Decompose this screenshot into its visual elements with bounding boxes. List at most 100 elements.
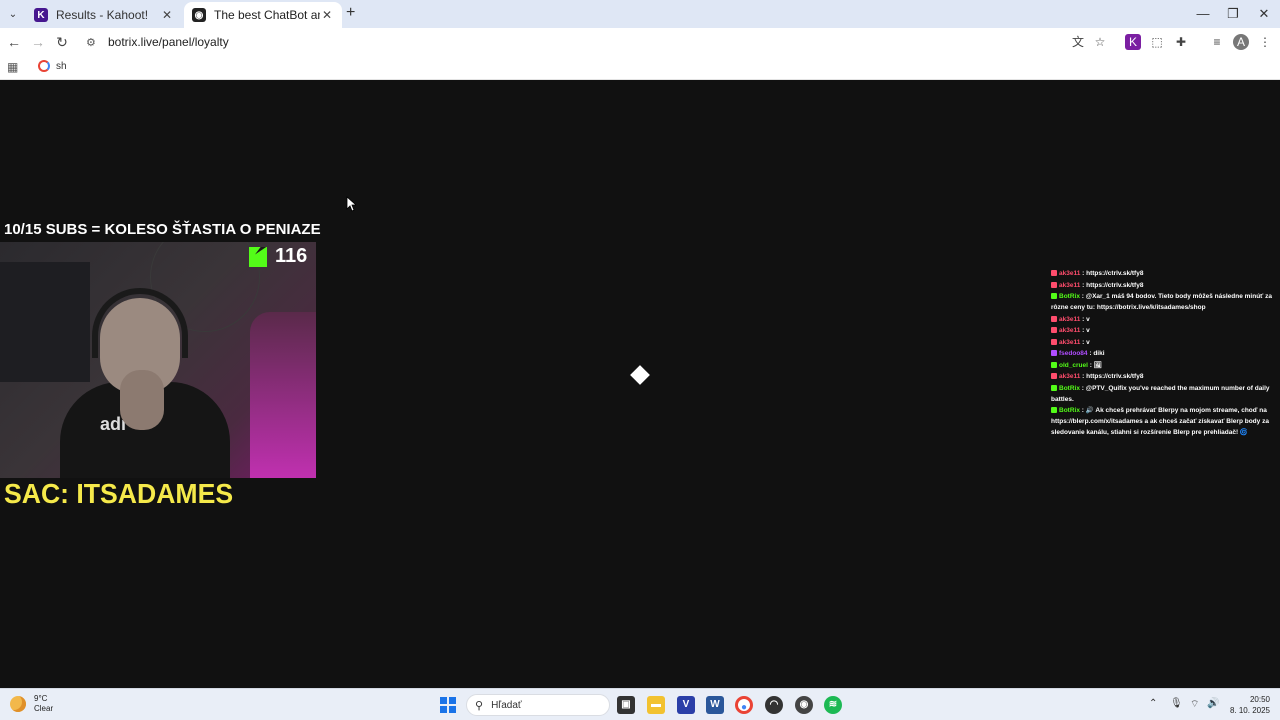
steam-icon[interactable]: ◉ (795, 696, 813, 714)
mouse-cursor-icon (346, 196, 356, 212)
extension-1-icon[interactable]: K (1125, 34, 1141, 50)
address-bar[interactable]: ⚙ botrix.live/panel/loyalty (80, 30, 1120, 54)
system-clock[interactable]: 20:50 8. 10. 2025 (1226, 694, 1270, 716)
clock-date: 8. 10. 2025 (1229, 706, 1270, 715)
chat-message: ak3e11 : v (1051, 337, 1273, 348)
task-view-icon[interactable]: ▣ (617, 696, 635, 714)
chat-message: BotRix : @Xar_1 máš 94 bodov. Tieto body… (1051, 291, 1273, 313)
translate-icon[interactable]: 文 (1070, 34, 1086, 50)
clock-time: 20:50 (1249, 695, 1270, 704)
browser-toolbar: ← → ↻ ⚙ botrix.live/panel/loyalty 文 ☆ K … (0, 28, 1280, 56)
google-icon (38, 60, 50, 72)
bookmark-label: sh (56, 60, 67, 72)
wifi-icon[interactable]: ⌔ (1190, 698, 1199, 711)
browser-menu-icon[interactable]: ⋮ (1257, 34, 1273, 50)
search-placeholder: Hľadať (491, 699, 522, 711)
chat-username: ak3e11 (1059, 373, 1081, 380)
forward-icon[interactable]: → (28, 32, 48, 52)
word-icon[interactable]: W (706, 696, 724, 714)
kick-logo-icon (249, 246, 267, 267)
profile-avatar[interactable]: A (1233, 34, 1249, 50)
moon-icon (10, 696, 26, 712)
chat-message: ak3e11 : https://ctrlv.sk/tfy8 (1051, 280, 1273, 291)
tab-search-button[interactable]: ⌄ (4, 5, 22, 23)
microphone-icon[interactable]: 🎙 (1170, 698, 1183, 709)
chat-message: fsedoo84 : diki (1051, 348, 1273, 359)
subs-goal-text: 10/15 SUBS = KOLESO ŠŤASTIA O PENIAZE (4, 221, 321, 238)
kick-follower-counter: 116 (249, 245, 307, 268)
chat-badge-icon (1051, 327, 1057, 334)
chat-text: : v (1082, 315, 1090, 323)
taskbar-search[interactable]: ⚲ Hľadať (466, 694, 610, 716)
chat-username: ak3e11 (1059, 270, 1081, 277)
tab-botrix[interactable]: ◉ The best ChatBot and Widgets ✕ (184, 2, 342, 28)
chat-badge-icon (1051, 293, 1057, 300)
webcam-feed: adi (0, 242, 316, 478)
chat-message: ak3e11 : https://ctrlv.sk/tfy8 (1051, 371, 1273, 382)
chat-text: : 🔊 Ak chceš prehrávať Blerpy na mojom s… (1051, 407, 1269, 436)
url-text[interactable]: botrix.live/panel/loyalty (108, 35, 229, 49)
site-info-icon[interactable]: ⚙ (86, 36, 100, 49)
chat-text: : v (1082, 327, 1090, 334)
v-app-icon[interactable]: V (677, 696, 695, 714)
chat-message: old_cruel : 🖼 (1051, 360, 1273, 371)
chat-badge-icon (1051, 338, 1057, 345)
close-window-button[interactable]: ✕ (1249, 4, 1279, 24)
spotify-icon[interactable]: ≋ (824, 696, 842, 714)
chat-message: BotRix : @PTV_Quifix you've reached the … (1051, 383, 1273, 405)
extensions-puzzle-icon[interactable]: ✚ (1173, 34, 1189, 50)
back-icon[interactable]: ← (4, 32, 24, 52)
bookmark-sh[interactable]: sh (38, 60, 67, 72)
chat-badge-icon (1051, 373, 1057, 380)
reload-icon[interactable]: ↻ (52, 32, 72, 52)
windows-taskbar: 9°C Clear ⚲ Hľadať ▣ ▬ V W ● ◠ ◉ ≋ ⌃ 🎙 ⌔… (0, 688, 1280, 720)
chat-username: BotRix (1059, 407, 1080, 414)
tray-overflow-icon[interactable]: ⌃ (1149, 698, 1157, 709)
kahoot-favicon-icon: K (34, 8, 48, 22)
bookmark-star-icon[interactable]: ☆ (1092, 34, 1108, 50)
chat-widget: ak3e11 : https://ctrlv.sk/tfy8 ak3e11 : h… (1051, 268, 1273, 439)
extension-2-icon[interactable]: ⬚ (1149, 34, 1165, 50)
close-tab-icon[interactable]: ✕ (160, 8, 174, 22)
reading-list-icon[interactable]: ≡ (1209, 34, 1225, 50)
tab-kahoot-results[interactable]: K Results - Kahoot! ✕ (26, 2, 182, 28)
weather-desc: Clear (34, 704, 54, 713)
apps-grid-icon[interactable]: ▦ (7, 60, 21, 74)
chat-badge-icon (1051, 315, 1057, 322)
streamer-hand (120, 370, 164, 430)
search-icon: ⚲ (475, 699, 484, 712)
restore-button[interactable]: ❐ (1218, 4, 1248, 24)
chat-text: : https://ctrlv.sk/tfy8 (1082, 373, 1144, 380)
chat-username: ak3e11 (1059, 327, 1081, 334)
chat-badge-icon (1051, 350, 1057, 357)
chat-text: : @PTV_Quifix you've reached the maximum… (1051, 384, 1270, 403)
chat-message: BotRix : 🔊 Ak chceš prehrávať Blerpy na … (1051, 405, 1273, 438)
weather-temp: 9°C (34, 694, 48, 703)
windows-start-icon[interactable] (440, 697, 456, 713)
kick-count: 116 (275, 245, 308, 267)
headset-app-icon[interactable]: ◠ (765, 696, 783, 714)
loading-diamond-icon (630, 365, 650, 385)
chat-username: ak3e11 (1059, 281, 1081, 289)
tab-title: The best ChatBot and Widgets (214, 8, 320, 22)
chat-text: : https://ctrlv.sk/tfy8 (1082, 270, 1144, 277)
close-tab-icon[interactable]: ✕ (320, 8, 334, 22)
chat-username: BotRix (1059, 293, 1080, 300)
minimize-button[interactable]: — (1188, 4, 1218, 24)
chat-username: old_cruel (1059, 361, 1088, 369)
chat-message: ak3e11 : v (1051, 325, 1273, 336)
chat-username: BotRix (1059, 384, 1080, 392)
chat-badge-icon (1051, 361, 1057, 368)
new-tab-button[interactable]: + (346, 5, 360, 21)
gaming-chair (250, 312, 316, 478)
chat-text: : v (1082, 338, 1090, 346)
weather-widget[interactable]: 9°C Clear (10, 694, 53, 714)
chat-text: : @Xar_1 máš 94 bodov. Tieto body môžeš … (1051, 293, 1272, 311)
bookmarks-bar: ▦ sh (0, 56, 1280, 80)
chrome-icon[interactable]: ● (735, 696, 753, 714)
volume-icon[interactable]: 🔊 (1207, 698, 1219, 709)
file-explorer-icon[interactable]: ▬ (647, 696, 665, 714)
chat-badge-icon (1051, 407, 1057, 414)
sac-label: SAC: ITSADAMES (4, 478, 234, 509)
chat-text: : diki (1089, 350, 1105, 357)
